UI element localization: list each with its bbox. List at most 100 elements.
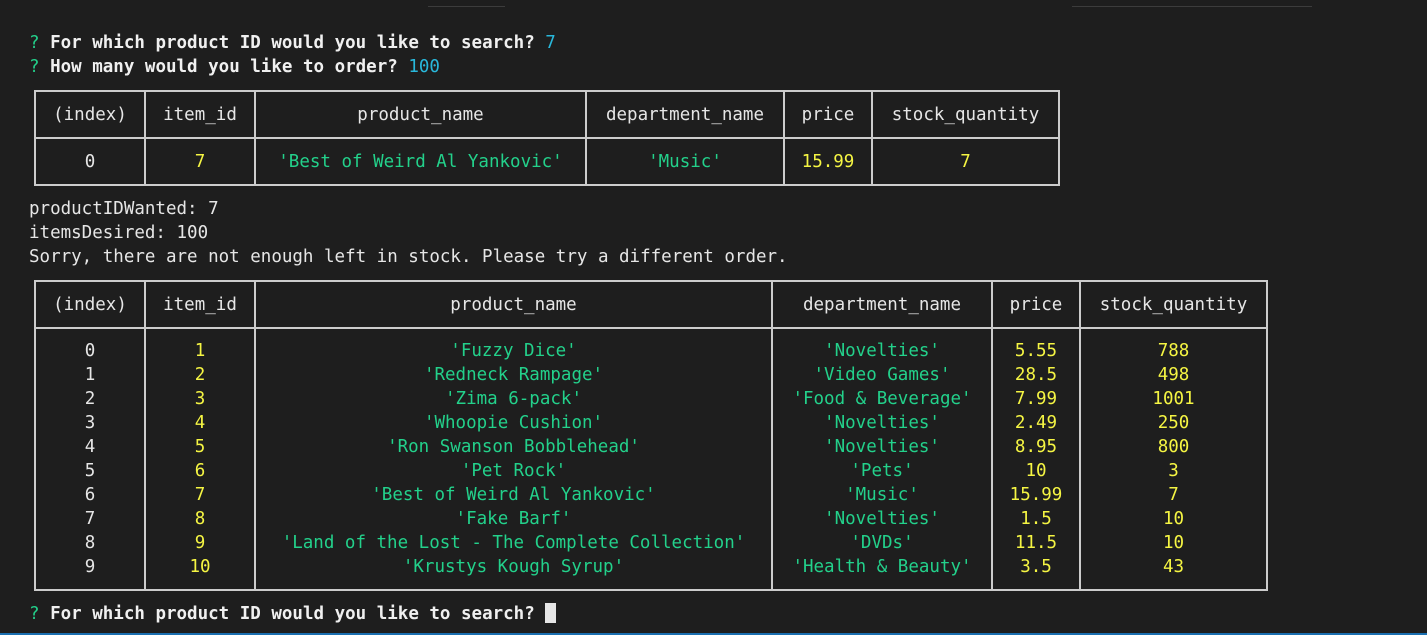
cell-stock-quantity: 788 [1157,341,1190,361]
tab-indicator [428,6,505,7]
cell-department-name: 'Music' [585,137,785,186]
cell-item-id: 7 [144,137,256,186]
cell-index: 3 [84,413,96,433]
cell-item-id: 5 [194,437,206,457]
cell-department-name: 'Music' [845,485,919,505]
cell-department-name: 'Food & Beverage' [792,389,972,409]
cell-item-id: 8 [194,509,206,529]
header-product-name: product_name [254,280,773,329]
cell-product-name: 'Whoopie Cushion' [423,413,604,433]
cell-stock-quantity: 1001 [1152,389,1195,409]
cell-price: 5.55 [1014,341,1058,361]
cell-stock-quantity: 498 [1157,365,1190,385]
cell-department-name: 'Pets' [850,461,914,481]
cell-index: 6 [84,485,96,505]
cell-department-name: 'Video Games' [813,365,951,385]
cell-index: 5 [84,461,96,481]
price-column: 5.55 28.5 7.99 2.49 8.95 10 15.99 1.5 11… [991,327,1081,591]
order-answer: 100 [408,57,440,77]
prompt-symbol: ? [29,33,40,53]
cell-index: 0 [84,341,96,361]
cell-product-name: 'Redneck Rampage' [423,365,604,385]
cell-index: 1 [84,365,96,385]
cell-product-name: 'Land of the Lost - The Complete Collect… [281,533,746,553]
item-id-column: 1 2 3 4 5 6 7 8 9 10 [144,327,256,591]
cell-index: 2 [84,389,96,409]
cell-department-name: 'Novelties' [824,413,940,433]
terminal-output[interactable]: ? For which product ID would you like to… [29,31,1427,626]
cell-product-name: 'Zima 6-pack' [445,389,582,409]
header-department-name: department_name [771,280,993,329]
cell-department-name: 'Novelties' [824,341,940,361]
cell-product-name: 'Fuzzy Dice' [450,341,577,361]
search-answer: 7 [545,33,556,53]
cell-item-id: 6 [194,461,206,481]
product-id-log: productIDWanted: 7 [29,199,219,219]
selected-product-table: (index) item_id product_name department_… [34,90,1060,186]
table-row: 0 7 'Best of Weird Al Yankovic' 'Music' … [34,137,1060,186]
cell-product-name: 'Ron Swanson Bobblehead' [387,437,640,457]
cell-item-id: 4 [194,413,206,433]
cell-price: 2.49 [1014,413,1058,433]
cell-price: 3.5 [1020,557,1052,577]
cell-stock-quantity: 3 [1168,461,1179,481]
prompt-symbol: ? [29,604,40,624]
header-item-id: item_id [144,280,256,329]
cell-stock-quantity: 7 [1168,485,1179,505]
order-prompt-line: ? How many would you like to order? 100 [29,55,1427,79]
table-header-row: (index) item_id product_name department_… [34,90,1060,139]
header-index: (index) [34,280,146,329]
cell-price: 1.5 [1020,509,1052,529]
cell-item-id: 9 [194,533,206,553]
cell-stock-quantity: 250 [1157,413,1190,433]
cell-price: 15.99 [1009,485,1063,505]
prompt-symbol: ? [29,57,40,77]
active-prompt-line[interactable]: ? For which product ID would you like to… [29,602,1427,626]
header-stock-quantity: stock_quantity [871,90,1060,139]
cell-department-name: 'Novelties' [824,437,940,457]
header-price: price [991,280,1081,329]
cell-stock-quantity: 7 [871,137,1060,186]
index-column: 0 1 2 3 4 5 6 7 8 9 [34,327,146,591]
cell-stock-quantity: 10 [1162,533,1185,553]
final-search-question: For which product ID would you like to s… [50,604,535,624]
cell-item-id: 2 [194,365,206,385]
cell-department-name: 'Novelties' [824,509,940,529]
header-product-name: product_name [254,90,587,139]
cell-stock-quantity: 800 [1157,437,1190,457]
cell-price: 10 [1025,461,1047,481]
text-cursor[interactable] [545,603,557,623]
cell-price: 15.99 [783,137,873,186]
header-index: (index) [34,90,146,139]
cell-product-name: 'Pet Rock' [460,461,567,481]
cell-index: 7 [84,509,96,529]
stock-quantity-column: 788 498 1001 250 800 3 7 10 10 43 [1079,327,1268,591]
cell-stock-quantity: 10 [1162,509,1185,529]
header-price: price [783,90,873,139]
header-stock-quantity: stock_quantity [1079,280,1268,329]
cell-item-id: 3 [194,389,206,409]
cell-product-name: 'Krustys Kough Syrup' [402,557,625,577]
cell-price: 28.5 [1014,365,1058,385]
cell-stock-quantity: 43 [1162,557,1185,577]
department-name-column: 'Novelties' 'Video Games' 'Food & Bevera… [771,327,993,591]
cell-product-name: 'Fake Barf' [455,509,572,529]
order-question: How many would you like to order? [50,57,398,77]
table-header-row: (index) item_id product_name department_… [34,280,1268,329]
products-table: (index) item_id product_name department_… [34,280,1268,591]
cell-item-id: 1 [194,341,206,361]
panel-edge [1072,6,1312,7]
out-of-stock-message: Sorry, there are not enough left in stoc… [29,247,788,267]
search-question: For which product ID would you like to s… [50,33,535,53]
cell-item-id: 7 [194,485,206,505]
header-item-id: item_id [144,90,256,139]
cell-price: 11.5 [1014,533,1058,553]
cell-item-id: 10 [189,557,211,577]
cell-index: 8 [84,533,96,553]
cell-price: 8.95 [1014,437,1058,457]
cell-price: 7.99 [1014,389,1058,409]
cell-index: 9 [84,557,96,577]
product-name-column: 'Fuzzy Dice' 'Redneck Rampage' 'Zima 6-p… [254,327,773,591]
header-department-name: department_name [585,90,785,139]
cell-department-name: 'DVDs' [850,533,914,553]
